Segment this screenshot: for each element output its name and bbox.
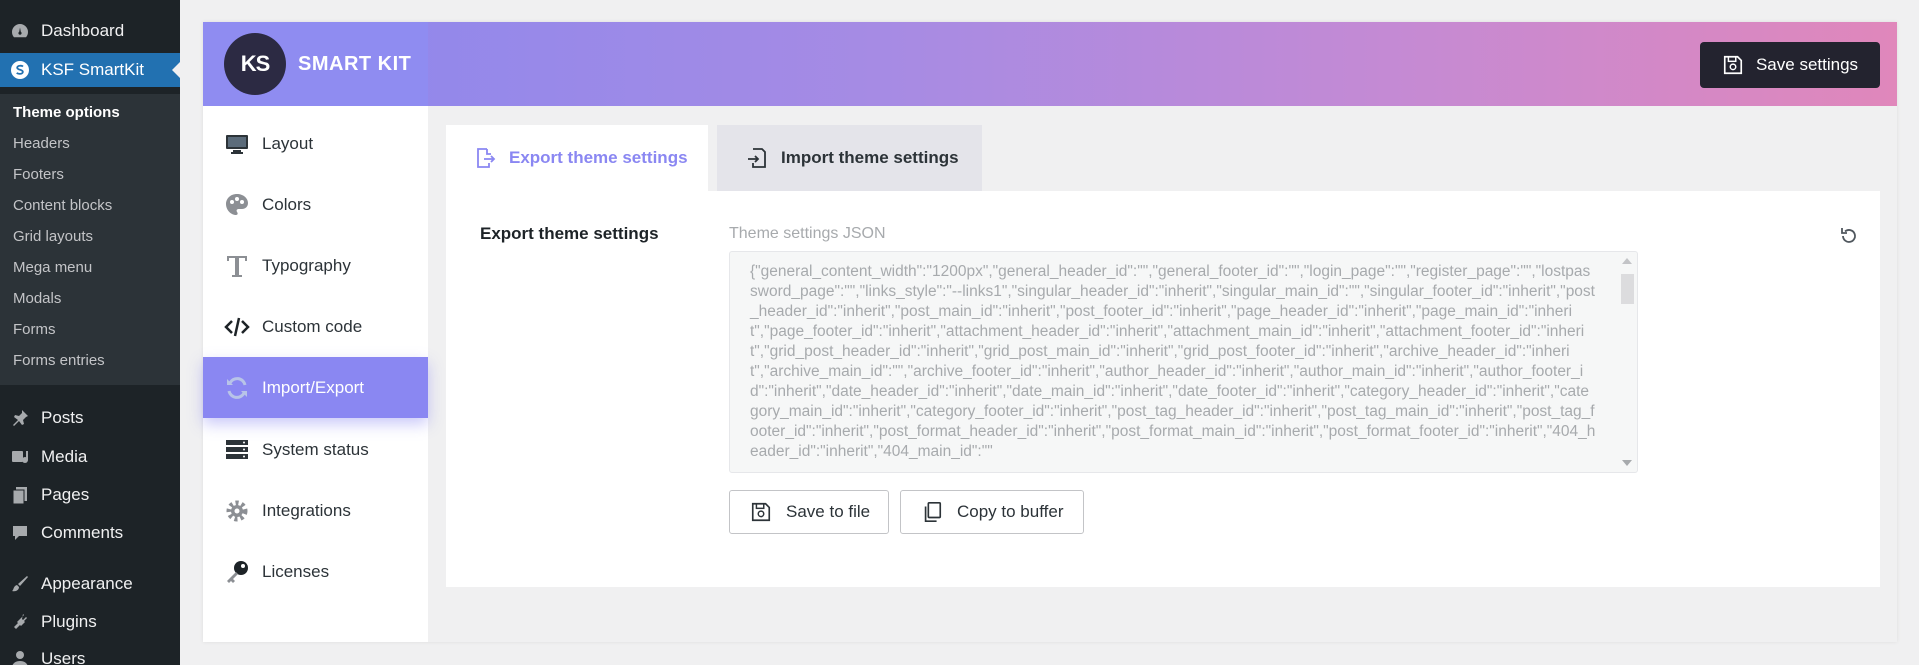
nav-item-integrations[interactable]: Integrations (203, 480, 428, 541)
gear-icon (224, 498, 250, 524)
nav-item-label: System status (262, 439, 369, 459)
wp-submenu-content-blocks[interactable]: Content blocks (13, 195, 112, 217)
wp-menu-label: Posts (41, 408, 84, 427)
theme-settings-json-textarea[interactable]: {"general_content_width":"1200px","gener… (729, 251, 1638, 473)
nav-item-label: Licenses (262, 561, 330, 581)
palette-icon (224, 192, 250, 218)
wp-submenu-headers[interactable]: Headers (13, 133, 70, 155)
wp-submenu-forms-entries[interactable]: Forms entries (13, 350, 105, 372)
section-label: Export theme settings (480, 224, 659, 243)
scroll-thumb[interactable] (1621, 274, 1634, 304)
nav-item-custom-code[interactable]: Custom code (203, 296, 428, 357)
plugin-nav: Layout Colors Typography Custom code Imp… (203, 106, 428, 642)
copy-icon (924, 502, 942, 522)
text-t-icon (224, 253, 250, 279)
wp-menu-label: Users (41, 649, 86, 665)
nav-item-label: Colors (262, 194, 312, 214)
wp-menu-label: Appearance (41, 574, 133, 593)
plug-icon (10, 612, 30, 632)
reset-icon[interactable] (1838, 225, 1860, 247)
file-import-icon (748, 148, 766, 168)
media-icon (10, 447, 30, 467)
server-icon (224, 437, 250, 463)
nav-item-layout[interactable]: Layout (203, 113, 428, 174)
file-export-icon (477, 148, 496, 168)
wp-menu-label: KSF SmartKit (41, 60, 144, 79)
save-to-file-label: Save to file (786, 502, 871, 521)
pages-icon (10, 485, 30, 505)
brush-icon (10, 574, 30, 594)
sync-arrows-icon (224, 375, 250, 401)
wp-menu-label: Dashboard (41, 21, 125, 40)
floppy-disk-icon (1723, 55, 1743, 75)
tab-label: Import theme settings (781, 148, 959, 167)
tab-label: Export theme settings (509, 148, 688, 167)
json-text: {"general_content_width":"1200px","gener… (750, 263, 1596, 460)
wp-menu-users[interactable]: Users (0, 642, 180, 665)
export-card: Export theme settings Theme settings JSO… (446, 191, 1880, 587)
tab-export-theme-settings[interactable]: Export theme settings (446, 125, 708, 191)
wp-submenu-modals[interactable]: Modals (13, 288, 61, 310)
wp-menu-label: Pages (41, 485, 90, 504)
wp-submenu-footers[interactable]: Footers (13, 164, 64, 186)
wp-menu-posts[interactable]: Posts (0, 401, 180, 435)
wp-menu-ksf-smartkit[interactable]: KSF SmartKit (0, 53, 180, 87)
floppy-disk-icon (751, 502, 771, 522)
code-icon (224, 314, 250, 340)
key-icon (224, 559, 250, 585)
json-field-label: Theme settings JSON (729, 225, 886, 242)
pin-icon (10, 408, 30, 428)
brand-name: SMART KIT (298, 52, 412, 75)
dashboard-icon (10, 21, 30, 41)
nav-item-import-export[interactable]: Import/Export (203, 357, 428, 418)
copy-to-buffer-label: Copy to buffer (957, 502, 1064, 521)
nav-item-label: Layout (262, 133, 314, 153)
wp-menu-label: Media (41, 447, 88, 466)
wp-menu-label: Comments (41, 523, 124, 542)
tab-import-theme-settings[interactable]: Import theme settings (717, 125, 982, 191)
copy-to-buffer-button[interactable]: Copy to buffer (900, 490, 1084, 534)
scroll-down-arrow[interactable] (1622, 460, 1632, 466)
wp-menu-appearance[interactable]: Appearance (0, 567, 180, 601)
save-settings-button[interactable]: Save settings (1700, 42, 1880, 88)
user-icon (10, 649, 30, 665)
scroll-up-arrow[interactable] (1622, 258, 1632, 264)
wp-submenu-mega-menu[interactable]: Mega menu (13, 257, 92, 279)
wp-menu-dashboard[interactable]: Dashboard (0, 14, 180, 48)
wp-submenu-grid-layouts[interactable]: Grid layouts (13, 226, 93, 248)
smartkit-s-icon (10, 60, 30, 80)
brand: KS SMART KIT (203, 22, 428, 106)
top-bar: KS SMART KIT Save settings (203, 22, 1897, 106)
nav-item-label: Custom code (262, 316, 363, 336)
wp-admin-sidebar: Dashboard KSF SmartKit Theme options Hea… (0, 0, 180, 665)
wp-menu-label: Plugins (41, 612, 97, 631)
wp-menu-media[interactable]: Media (0, 440, 180, 474)
json-scrollbar[interactable] (1619, 252, 1637, 472)
save-to-file-button[interactable]: Save to file (729, 490, 889, 534)
nav-item-colors[interactable]: Colors (203, 174, 428, 235)
wp-menu-plugins[interactable]: Plugins (0, 605, 180, 639)
nav-item-label: Integrations (262, 500, 351, 520)
monitor-icon (224, 131, 250, 157)
nav-item-label: Typography (262, 255, 351, 275)
wp-submenu-theme-options[interactable]: Theme options (13, 102, 120, 124)
nav-item-licenses[interactable]: Licenses (203, 541, 428, 602)
wp-menu-pages[interactable]: Pages (0, 478, 180, 512)
comments-icon (10, 523, 30, 543)
nav-item-typography[interactable]: Typography (203, 235, 428, 296)
save-settings-label: Save settings (1755, 55, 1859, 74)
wp-submenu-forms[interactable]: Forms (13, 319, 56, 341)
nav-item-label: Import/Export (262, 377, 365, 397)
wp-menu-comments[interactable]: Comments (0, 516, 180, 550)
wp-submenu: Theme options Headers Footers Content bl… (0, 94, 180, 385)
smartkit-panel: KS SMART KIT Save settings Layout Colors… (203, 22, 1897, 642)
nav-item-system-status[interactable]: System status (203, 419, 428, 480)
smartkit-logo: KS (224, 33, 286, 95)
